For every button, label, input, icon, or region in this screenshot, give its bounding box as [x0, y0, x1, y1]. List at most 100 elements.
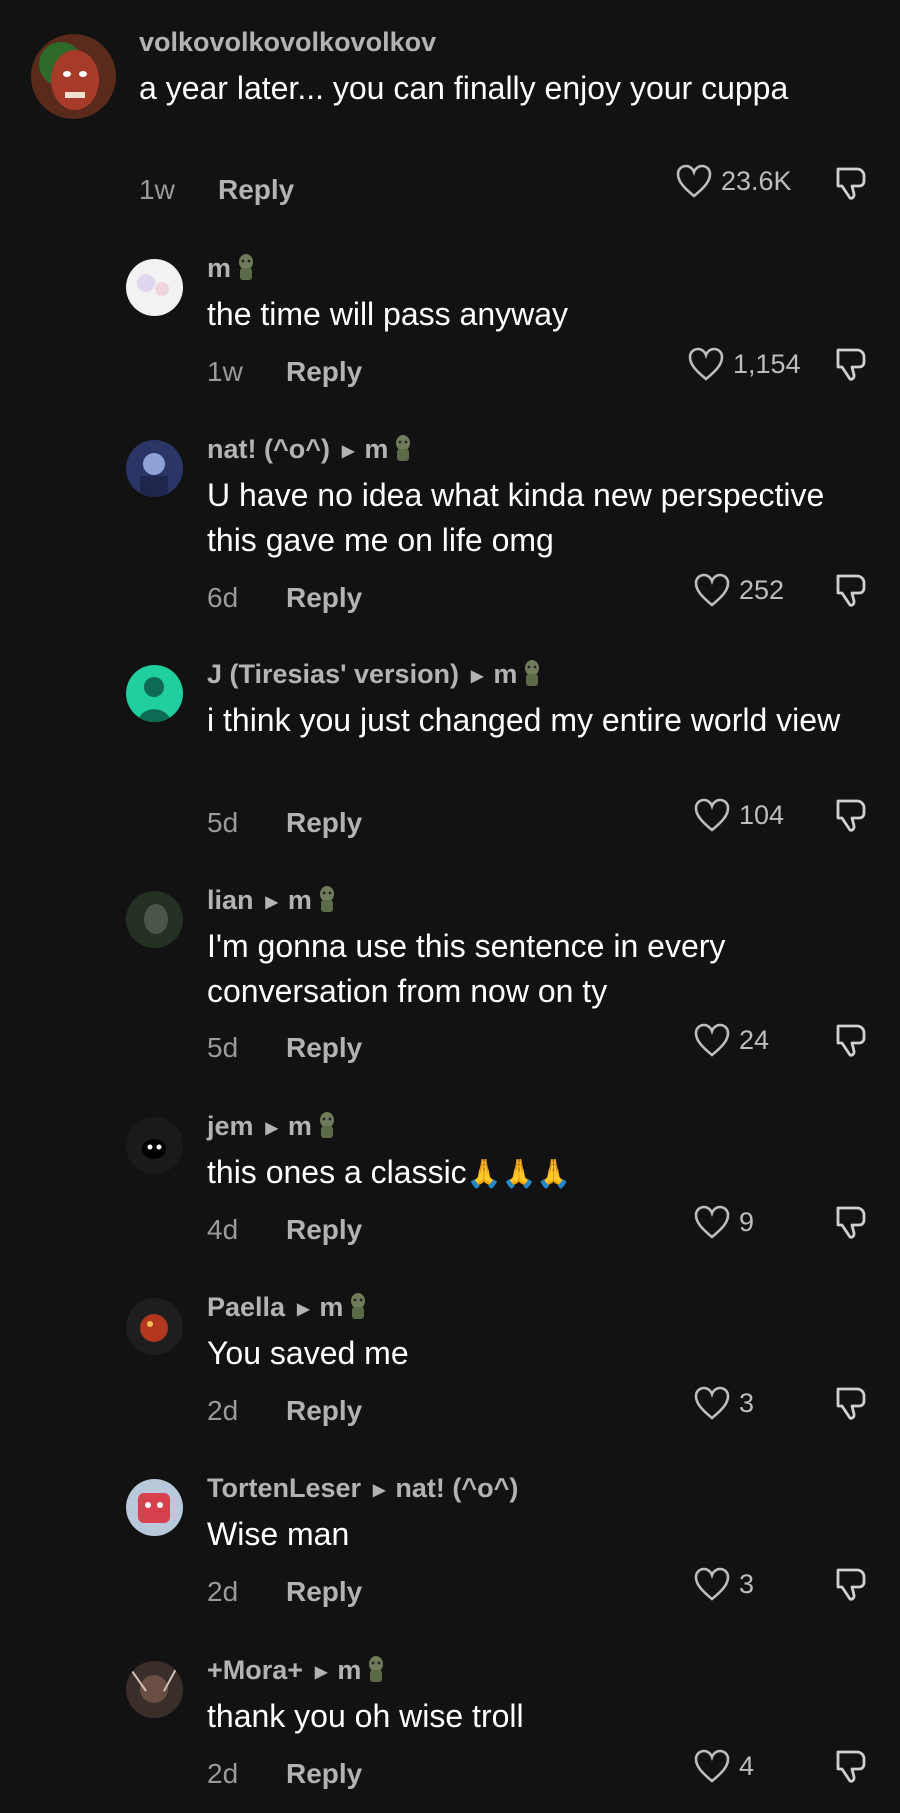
- like-button[interactable]: 9: [693, 1204, 754, 1240]
- like-button[interactable]: 252: [693, 572, 784, 608]
- heart-outline-icon: [694, 1567, 730, 1601]
- thumbs-down-icon[interactable]: [830, 1565, 868, 1603]
- comment-username[interactable]: jem ▶ m: [207, 1111, 340, 1142]
- username-text[interactable]: J (Tiresias' version): [207, 659, 459, 690]
- reply-button[interactable]: Reply: [286, 582, 362, 614]
- reply-button[interactable]: Reply: [218, 174, 294, 206]
- like-count: 104: [739, 799, 785, 830]
- comment-text: thank you oh wise troll: [207, 1698, 524, 1734]
- avatar[interactable]: [126, 1298, 183, 1355]
- reply-button[interactable]: Reply: [286, 1032, 362, 1064]
- comment-username[interactable]: J (Tiresias' version) ▶ m: [207, 659, 545, 690]
- avatar[interactable]: [126, 259, 183, 316]
- comment-username[interactable]: m: [207, 253, 259, 284]
- username-text[interactable]: +Mora+: [207, 1655, 303, 1686]
- reply-to-username[interactable]: m: [364, 434, 388, 465]
- troll-emoji-icon: [369, 1655, 384, 1682]
- comment-text-content: this ones a classic: [207, 1154, 467, 1190]
- thumbs-down-icon[interactable]: [830, 1203, 868, 1241]
- thumbs-down-icon[interactable]: [830, 1747, 868, 1785]
- thumbs-down-icon[interactable]: [830, 1021, 868, 1059]
- like-count: 4: [739, 1750, 755, 1781]
- comment-text: U have no idea what kinda new perspectiv…: [207, 477, 825, 558]
- timestamp: 5d: [207, 1032, 239, 1063]
- reply-to-username[interactable]: m: [288, 1111, 312, 1142]
- like-button[interactable]: 23.6K: [675, 163, 792, 199]
- comment-username[interactable]: TortenLeser ▶ nat! (^o^): [207, 1473, 518, 1504]
- like-button[interactable]: 24: [693, 1022, 769, 1058]
- like-count: 3: [739, 1568, 755, 1599]
- timestamp: 2d: [207, 1758, 239, 1789]
- timestamp: 2d: [207, 1395, 239, 1426]
- reply-button[interactable]: Reply: [286, 1758, 362, 1790]
- avatar[interactable]: [126, 665, 183, 722]
- avatar[interactable]: [126, 1479, 183, 1536]
- comment-username[interactable]: nat! (^o^) ▶ m: [207, 434, 416, 465]
- comment-username[interactable]: Paella ▶ m: [207, 1292, 371, 1323]
- username-text[interactable]: volkovolkovolkovolkov: [139, 27, 436, 58]
- pray-emoji-icon: 🙏🙏🙏: [466, 1158, 572, 1189]
- heart-outline-icon: [694, 1386, 730, 1420]
- comment-username[interactable]: volkovolkovolkovolkov: [139, 27, 436, 58]
- troll-emoji-icon: [319, 1111, 334, 1138]
- like-count: 3: [739, 1387, 755, 1418]
- comment-text: this ones a classic🙏🙏🙏: [207, 1150, 847, 1196]
- comment-meta: 2d Reply: [207, 1758, 362, 1790]
- thumbs-down-icon[interactable]: [830, 1384, 868, 1422]
- username-text[interactable]: m: [207, 253, 231, 284]
- thumbs-down-icon[interactable]: [830, 571, 868, 609]
- like-button[interactable]: 3: [693, 1385, 754, 1421]
- reply-to-username[interactable]: m: [319, 1292, 343, 1323]
- avatar[interactable]: [31, 34, 116, 119]
- like-button[interactable]: 104: [693, 797, 784, 833]
- reply-to-username[interactable]: m: [493, 659, 517, 690]
- avatar[interactable]: [126, 440, 183, 497]
- reply-to-username[interactable]: m: [288, 885, 312, 916]
- reply-button[interactable]: Reply: [286, 356, 362, 388]
- timestamp: 6d: [207, 582, 239, 613]
- username-text[interactable]: Paella: [207, 1292, 285, 1323]
- heart-outline-icon: [694, 1023, 730, 1057]
- reply-button[interactable]: Reply: [286, 1214, 362, 1246]
- avatar[interactable]: [126, 891, 183, 948]
- reply-to-username[interactable]: nat! (^o^): [395, 1473, 518, 1504]
- heart-outline-icon: [694, 573, 730, 607]
- avatar-image: [126, 1661, 183, 1718]
- username-text[interactable]: lian: [207, 885, 254, 916]
- troll-emoji-icon: [239, 253, 254, 280]
- avatar-image: [126, 1479, 183, 1536]
- thumbs-down-icon[interactable]: [830, 345, 868, 383]
- username-text[interactable]: nat! (^o^): [207, 434, 330, 465]
- heart-outline-icon: [694, 1205, 730, 1239]
- reply-button[interactable]: Reply: [286, 807, 362, 839]
- like-button[interactable]: 4: [693, 1748, 754, 1784]
- comment-username[interactable]: lian ▶ m: [207, 885, 340, 916]
- timestamp: 1w: [139, 174, 175, 205]
- reply-button[interactable]: Reply: [286, 1576, 362, 1608]
- comment-text: the time will pass anyway: [207, 296, 569, 332]
- reply-to-username[interactable]: m: [337, 1655, 361, 1686]
- comment-username[interactable]: +Mora+ ▶ m: [207, 1655, 389, 1686]
- like-count: 23.6K: [721, 165, 792, 196]
- like-count: 9: [739, 1206, 755, 1237]
- avatar[interactable]: [126, 1661, 183, 1718]
- username-text[interactable]: TortenLeser: [207, 1473, 361, 1504]
- username-text[interactable]: jem: [207, 1111, 254, 1142]
- like-button[interactable]: 3: [693, 1566, 754, 1602]
- reply-button[interactable]: Reply: [286, 1395, 362, 1427]
- avatar[interactable]: [126, 1117, 183, 1174]
- thumbs-down-icon[interactable]: [830, 164, 868, 202]
- comment-meta: 2d Reply: [207, 1395, 362, 1427]
- timestamp: 4d: [207, 1214, 239, 1245]
- triangle-right-icon: ▶: [471, 667, 484, 685]
- avatar-image: [126, 1117, 183, 1174]
- timestamp: 5d: [207, 807, 239, 838]
- like-button[interactable]: 1,154: [687, 346, 801, 382]
- comment-text: I'm gonna use this sentence in every con…: [207, 928, 726, 1009]
- avatar-image: [126, 1298, 183, 1355]
- triangle-right-icon: ▶: [315, 1663, 328, 1681]
- thumbs-down-icon[interactable]: [830, 796, 868, 834]
- avatar-image: [126, 440, 183, 497]
- comment-meta: 5d Reply: [207, 1032, 362, 1064]
- avatar-image: [126, 891, 183, 948]
